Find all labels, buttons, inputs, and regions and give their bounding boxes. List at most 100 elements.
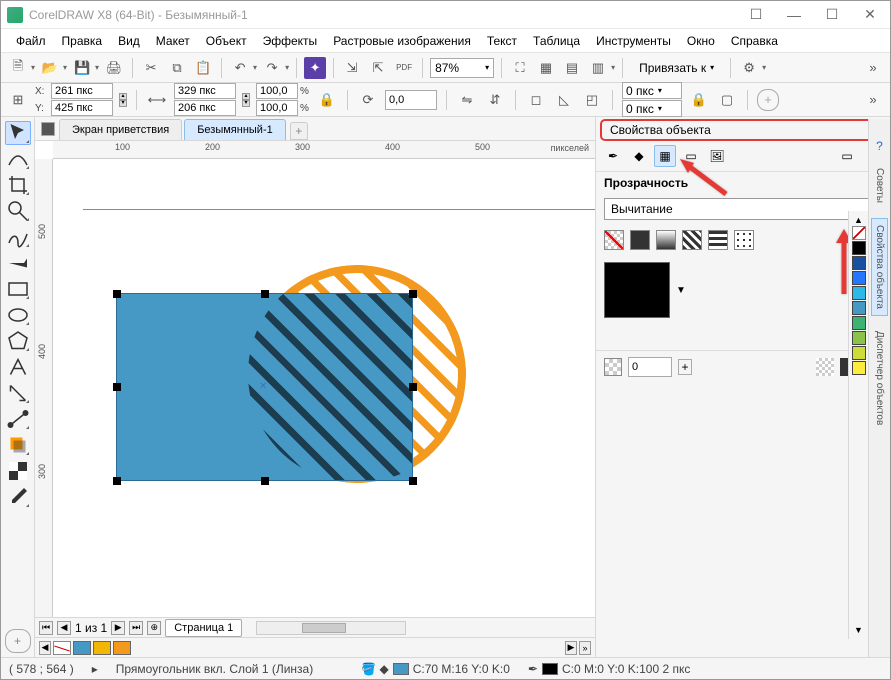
menu-text[interactable]: Текст	[480, 31, 524, 51]
page-tab[interactable]: Страница 1	[165, 619, 242, 637]
outline-tab-icon[interactable]: ✒	[602, 145, 624, 167]
menu-window[interactable]: Окно	[680, 31, 722, 51]
vpalette-none[interactable]	[852, 226, 866, 240]
pattern-transparency-2[interactable]	[708, 230, 728, 250]
doc-swatch-3[interactable]	[113, 641, 131, 655]
vswatch-8[interactable]	[852, 361, 866, 375]
corner-shape-2[interactable]: ◺	[553, 89, 575, 111]
y-input[interactable]	[51, 100, 113, 116]
fill-tab-icon[interactable]: ◆	[628, 145, 650, 167]
page-add-button[interactable]: ⊕	[147, 621, 161, 635]
guides-dropdown[interactable]: ▾	[611, 63, 615, 72]
tabs-home-icon[interactable]	[41, 122, 55, 136]
height-input[interactable]	[174, 100, 236, 116]
maximize-button[interactable]: ☐	[818, 5, 846, 25]
transparency-value-input[interactable]	[628, 357, 672, 377]
menu-bitmaps[interactable]: Растровые изображения	[326, 31, 478, 51]
mirror-h-button[interactable]: ⇋	[456, 89, 478, 111]
search-content-button[interactable]: ✦	[304, 57, 326, 79]
redo-dropdown[interactable]: ▾	[285, 63, 289, 72]
show-grid-button[interactable]: ▤	[561, 57, 583, 79]
drop-shadow-tool[interactable]	[5, 433, 31, 457]
selection-handle-tm[interactable]	[261, 290, 269, 298]
new-button[interactable]: 🗎	[7, 57, 29, 79]
palette-options-button[interactable]: »	[579, 641, 591, 655]
open-button[interactable]: 📂	[39, 57, 61, 79]
menu-help[interactable]: Справка	[724, 31, 785, 51]
corner-radius-1[interactable]: 0 пкс▾	[622, 82, 682, 99]
uniform-transparency-button[interactable]	[630, 230, 650, 250]
pick-tool[interactable]	[5, 121, 31, 145]
text-tool[interactable]	[5, 355, 31, 379]
horizontal-ruler[interactable]: 100 200 300 400 500 пикселей	[53, 141, 595, 159]
swatch-dropdown[interactable]: ▼	[676, 285, 686, 296]
transparency-color-swatch[interactable]	[604, 262, 670, 318]
page-last-button[interactable]: ⏭	[129, 621, 143, 635]
corner-radius-2[interactable]: 0 пкс▾	[622, 100, 682, 117]
fullscreen-button[interactable]: ⛶	[509, 57, 531, 79]
add-tab-button[interactable]: +	[290, 122, 308, 140]
crop-tool[interactable]	[5, 173, 31, 197]
palette-next-button[interactable]: ▶	[565, 641, 577, 655]
shape-tool[interactable]	[5, 147, 31, 171]
palette-down-button[interactable]: ▼	[854, 625, 863, 635]
selection-handle-br[interactable]	[409, 477, 417, 485]
scale-y-input[interactable]	[256, 100, 298, 116]
save-button[interactable]: 💾	[71, 57, 93, 79]
vswatch-1[interactable]	[852, 256, 866, 270]
menu-table[interactable]: Таблица	[526, 31, 587, 51]
eyedropper-tool[interactable]	[5, 485, 31, 509]
paste-button[interactable]: 📋	[192, 57, 214, 79]
vertical-ruler[interactable]: 500 400 300	[35, 159, 53, 617]
bitmap-tab-icon[interactable]: 🖼	[706, 145, 728, 167]
lock-corners-button[interactable]: 🔒	[688, 89, 710, 111]
corner-shape-1[interactable]: ◻	[525, 89, 547, 111]
page-first-button[interactable]: ⏮	[39, 621, 53, 635]
vswatch-7[interactable]	[852, 346, 866, 360]
vswatch-4[interactable]	[852, 301, 866, 315]
selection-center[interactable]: ✕	[259, 381, 269, 391]
zoom-combo[interactable]: 87%▾	[430, 58, 494, 78]
selection-handle-mr[interactable]	[409, 383, 417, 391]
freehand-tool[interactable]	[5, 225, 31, 249]
menu-file[interactable]: Файл	[9, 31, 53, 51]
show-guides-button[interactable]: ▥	[587, 57, 609, 79]
doc-swatch-2[interactable]	[93, 641, 111, 655]
propbar-overflow-button[interactable]: »	[862, 89, 884, 111]
vswatch-5[interactable]	[852, 316, 866, 330]
vswatch-6[interactable]	[852, 331, 866, 345]
no-transparency-button[interactable]	[604, 230, 624, 250]
save-dropdown[interactable]: ▾	[95, 63, 99, 72]
lock-ratio-button[interactable]: 🔒	[316, 89, 338, 111]
menu-edit[interactable]: Правка	[55, 31, 110, 51]
transparency-tab-icon[interactable]: ▦	[654, 145, 676, 167]
drawing-canvas[interactable]: ✕	[53, 159, 595, 617]
page-prev-button[interactable]: ◀	[57, 621, 71, 635]
corner-shape-3[interactable]: ◰	[581, 89, 603, 111]
menu-object[interactable]: Объект	[199, 31, 254, 51]
undo-dropdown[interactable]: ▾	[253, 63, 257, 72]
add-preset-button[interactable]: +	[757, 89, 779, 111]
artistic-media-tool[interactable]	[5, 251, 31, 275]
pattern-transparency-1[interactable]	[682, 230, 702, 250]
snap-to-dropdown[interactable]: Привязать к▾	[630, 58, 723, 78]
selection-handle-bl[interactable]	[113, 477, 121, 485]
undo-button[interactable]: ↶	[229, 57, 251, 79]
tab-document[interactable]: Безымянный-1	[184, 119, 286, 140]
transparency-stepper[interactable]: +	[678, 359, 692, 375]
zoom-tool[interactable]	[5, 199, 31, 223]
connector-tool[interactable]	[5, 407, 31, 431]
tab-welcome[interactable]: Экран приветствия	[59, 119, 182, 140]
copy-button[interactable]: ⧉	[166, 57, 188, 79]
vswatch-black[interactable]	[852, 241, 866, 255]
transparency-tool[interactable]	[5, 459, 31, 483]
menu-view[interactable]: Вид	[111, 31, 147, 51]
page-next-button[interactable]: ▶	[111, 621, 125, 635]
import-button[interactable]: ⇲	[341, 57, 363, 79]
new-dropdown[interactable]: ▾	[31, 63, 35, 72]
toolbar-overflow-button[interactable]: »	[862, 57, 884, 79]
fountain-transparency-button[interactable]	[656, 230, 676, 250]
fill-indicator[interactable]: 🪣 ◆C:70 M:16 Y:0 K:0	[361, 662, 510, 676]
redo-button[interactable]: ↷	[261, 57, 283, 79]
vswatch-3[interactable]	[852, 286, 866, 300]
